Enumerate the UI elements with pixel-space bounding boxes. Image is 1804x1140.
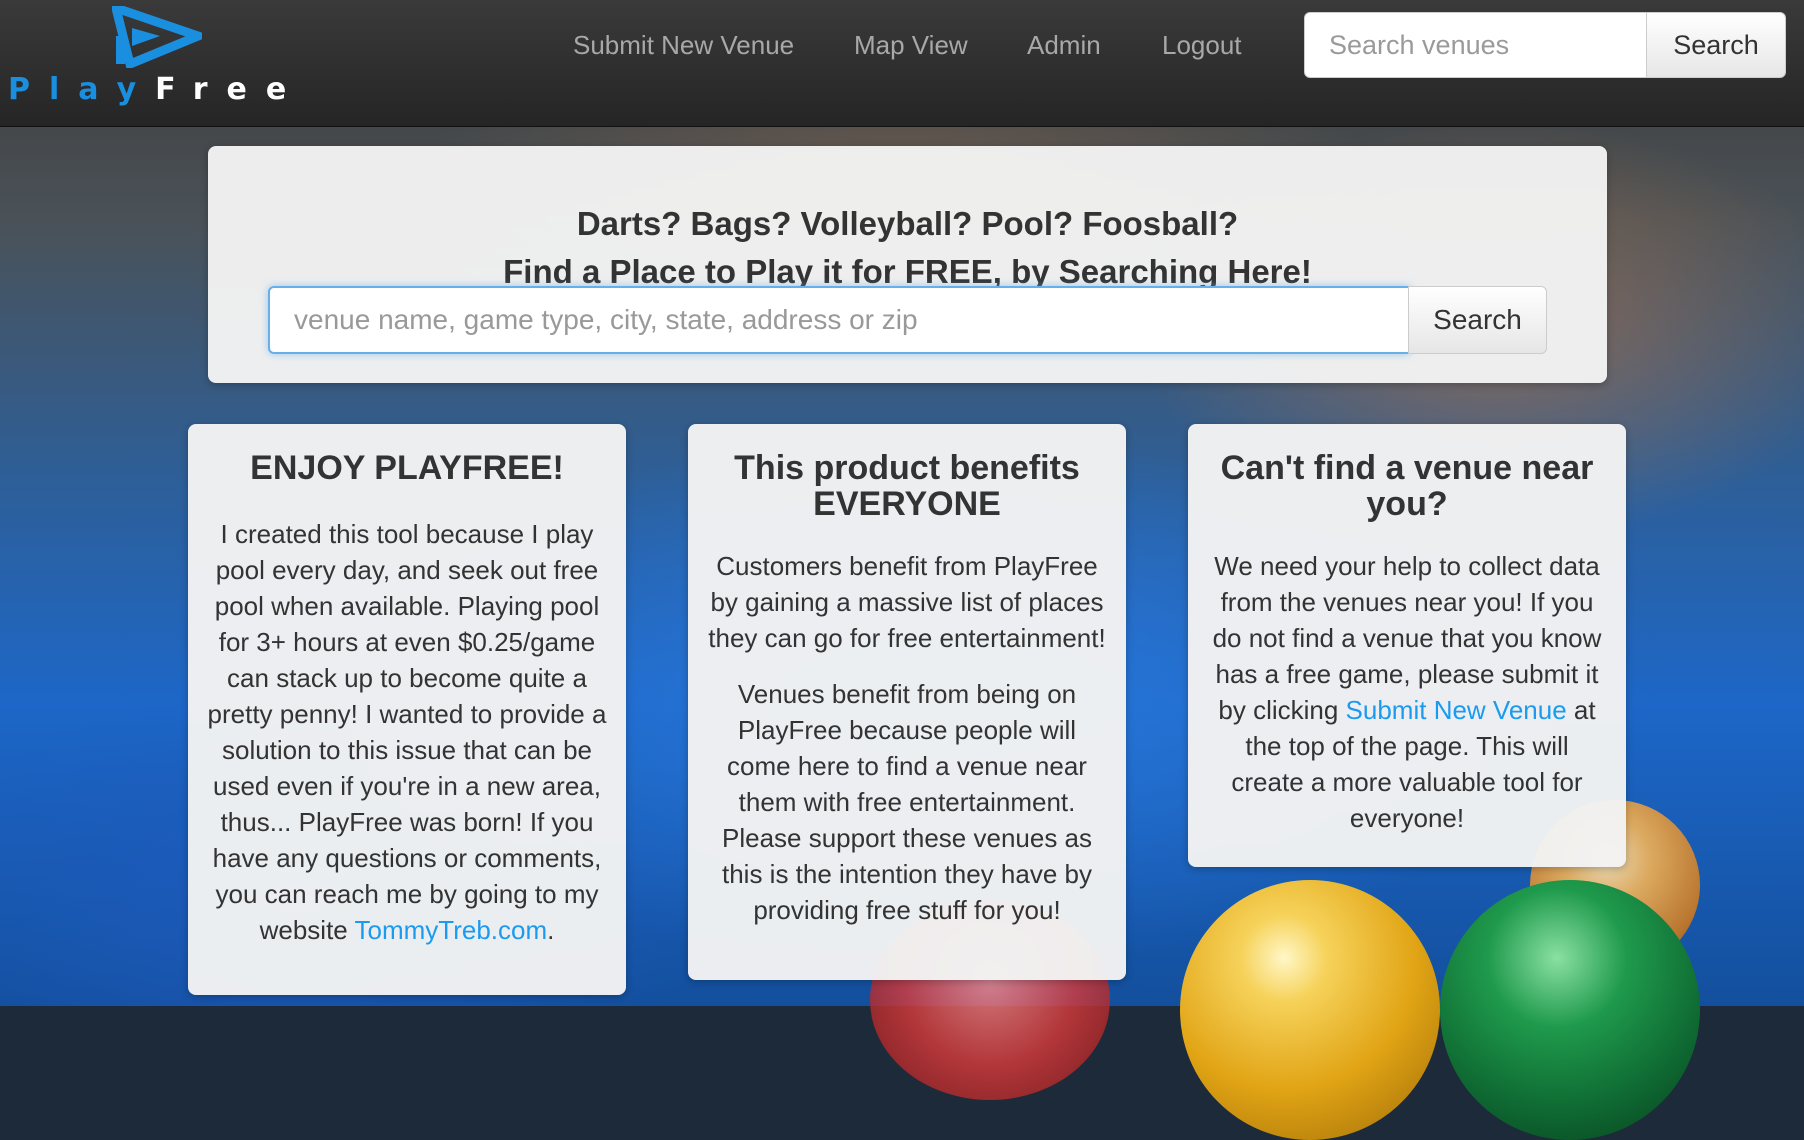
card-title: Can't find a venue near you?	[1220, 449, 1594, 523]
hero-search-panel: Darts? Bags? Volleyball? Pool? Foosball?…	[208, 146, 1607, 383]
pool-ball-green	[1440, 880, 1700, 1140]
card-body-customers: Customers benefit from PlayFree by gaini…	[708, 551, 1106, 653]
hero-search-group: Search	[268, 286, 1547, 354]
nav-logout[interactable]: Logout	[1162, 28, 1242, 62]
pool-ball-yellow	[1180, 880, 1440, 1140]
nav-map-view[interactable]: Map View	[854, 28, 968, 62]
card-body: We need your help to collect data from t…	[1212, 551, 1602, 833]
card-title: This product benefits EVERYONE	[734, 449, 1080, 523]
card-enjoy-playfree: ENJOY PLAYFREE! I created this tool beca…	[188, 424, 626, 995]
nav-search-input[interactable]	[1304, 12, 1648, 78]
navbar: PlayFree Submit New Venue Map View Admin…	[0, 0, 1804, 127]
nav-search-button[interactable]: Search	[1646, 12, 1786, 78]
nav-search-form: Search	[1304, 12, 1786, 80]
card-benefits-everyone: This product benefits EVERYONE Customers…	[688, 424, 1126, 980]
submit-new-venue-link[interactable]: Submit New Venue	[1346, 695, 1567, 725]
hero-search-button[interactable]: Search	[1408, 286, 1547, 354]
card-body-venues: Venues benefit from being on PlayFree be…	[721, 679, 1093, 925]
card-cant-find-venue: Can't find a venue near you? We need you…	[1188, 424, 1626, 867]
card-body: I created this tool because I play pool …	[207, 519, 607, 945]
nav-admin[interactable]: Admin	[1027, 28, 1101, 62]
card-title: ENJOY PLAYFREE!	[250, 449, 564, 487]
hero-search-input[interactable]	[268, 286, 1410, 354]
play-logo-icon	[112, 6, 202, 68]
brand-name: PlayFree	[8, 72, 306, 107]
nav-submit-new-venue[interactable]: Submit New Venue	[573, 28, 794, 62]
hero-heading-line1: Darts? Bags? Volleyball? Pool? Foosball?	[576, 205, 1239, 242]
tommytreb-link[interactable]: TommyTreb.com	[355, 915, 548, 945]
brand-logo-link[interactable]: PlayFree	[8, 6, 308, 107]
